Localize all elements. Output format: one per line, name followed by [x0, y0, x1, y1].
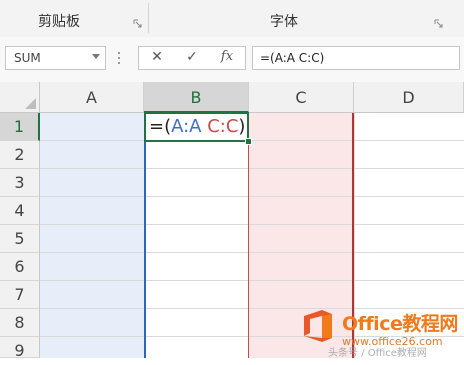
row-header-6[interactable]: 6	[0, 253, 40, 281]
column-c-reference-border-left	[248, 113, 249, 358]
active-cell-b1[interactable]: =(A:A C:C)	[144, 112, 249, 142]
reference-c-token: C:C	[207, 116, 239, 137]
drag-handle-icon[interactable]	[117, 50, 121, 68]
gridline	[40, 252, 464, 253]
column-a-reference-highlight	[40, 113, 144, 358]
row-header-2[interactable]: 2	[0, 141, 40, 169]
watermark: Office教程网 www.office26.com 头条号 / Office教…	[300, 303, 464, 359]
row-header-8[interactable]: 8	[0, 309, 40, 337]
column-header-c[interactable]: C	[249, 82, 354, 113]
gridline	[40, 224, 464, 225]
watermark-credit: 头条号 / Office教程网	[328, 348, 427, 359]
column-header-a[interactable]: A	[40, 82, 144, 113]
column-a-reference-border	[144, 113, 146, 358]
column-header-b[interactable]: B	[144, 82, 249, 113]
gridline	[40, 140, 464, 141]
cancel-icon[interactable]: ✕	[144, 49, 170, 67]
row-header-3[interactable]: 3	[0, 169, 40, 197]
clipboard-dialog-launcher-icon[interactable]	[133, 19, 142, 28]
ribbon-group-bar: 剪贴板 字体	[0, 0, 464, 38]
name-box[interactable]: SUM	[5, 46, 106, 70]
row-header-7[interactable]: 7	[0, 281, 40, 309]
office-logo-icon	[304, 310, 332, 342]
ribbon-group-separator	[148, 3, 149, 33]
formula-suffix: )	[238, 116, 246, 137]
row-header-1[interactable]: 1	[0, 113, 40, 141]
font-group-label: 字体	[270, 14, 298, 30]
name-box-value: SUM	[14, 51, 41, 65]
gridline	[40, 168, 464, 169]
gridline	[40, 280, 464, 281]
select-all-button[interactable]	[0, 82, 40, 113]
insert-function-button[interactable]: fx	[214, 49, 240, 67]
gridline	[40, 196, 464, 197]
clipboard-group-label: 剪贴板	[38, 14, 80, 30]
formula-input[interactable]: =(A:A C:C)	[252, 46, 460, 70]
enter-icon[interactable]: ✓	[179, 49, 205, 67]
fill-handle[interactable]	[245, 138, 252, 145]
row-header-9[interactable]: 9	[0, 337, 40, 360]
reference-a-token: A:A	[171, 116, 202, 137]
row-header-5[interactable]: 5	[0, 225, 40, 253]
watermark-brand: Office教程网	[342, 313, 458, 335]
formula-buttons: ✕ ✓ fx	[138, 46, 246, 70]
formula-bar-row: SUM ✕ ✓ fx =(A:A C:C)	[0, 37, 464, 83]
chevron-down-icon[interactable]	[92, 54, 100, 59]
column-header-d[interactable]: D	[354, 82, 464, 113]
formula-text: =(A:A C:C)	[260, 51, 325, 65]
formula-prefix: =(	[149, 116, 172, 137]
row-header-4[interactable]: 4	[0, 197, 40, 225]
font-dialog-launcher-icon[interactable]	[434, 19, 443, 28]
